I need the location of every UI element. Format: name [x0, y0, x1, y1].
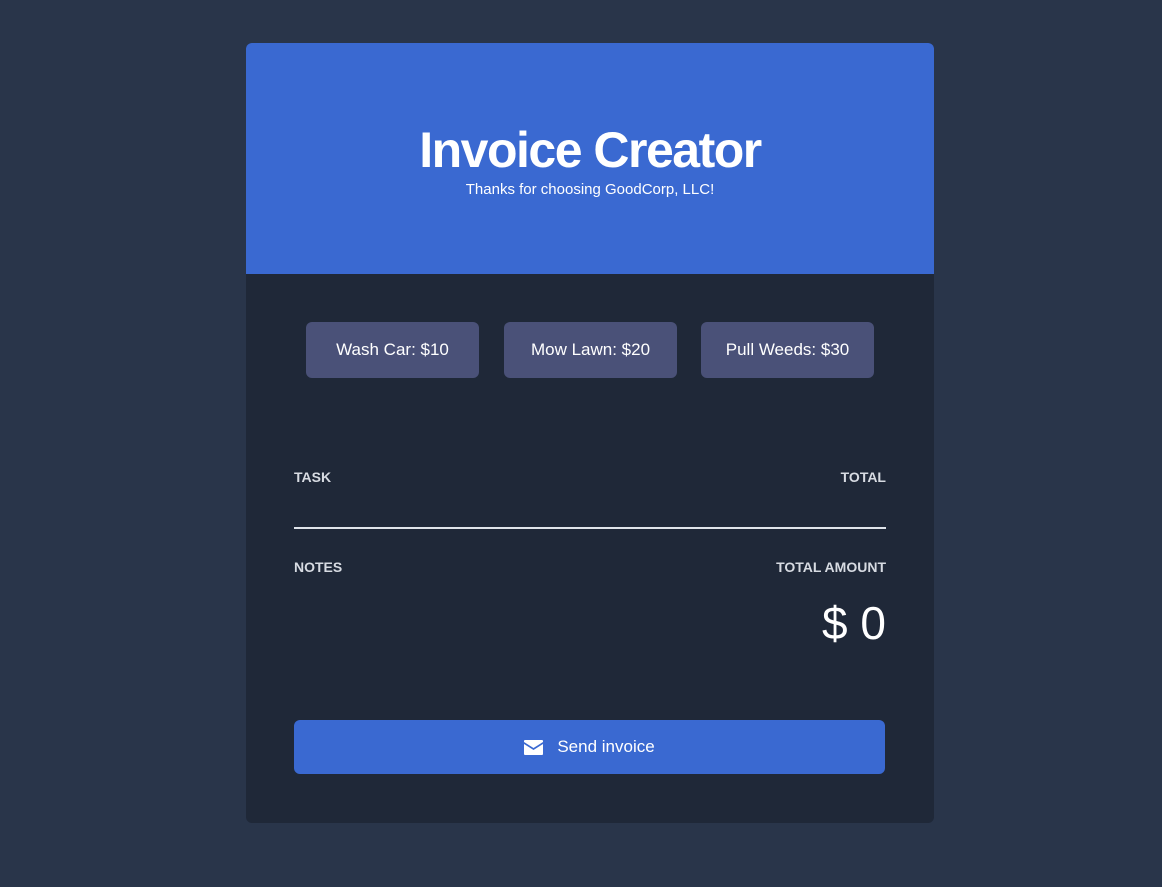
- mow-lawn-button[interactable]: Mow Lawn: $20: [504, 322, 677, 378]
- invoice-card: Invoice Creator Thanks for choosing Good…: [246, 43, 934, 823]
- divider: [294, 527, 886, 529]
- send-invoice-button[interactable]: Send invoice: [294, 720, 885, 774]
- total-amount-label: TOTAL AMOUNT: [776, 559, 886, 575]
- wash-car-button[interactable]: Wash Car: $10: [306, 322, 479, 378]
- envelope-icon: [524, 739, 544, 755]
- total-amount-value: $ 0: [822, 597, 886, 649]
- pull-weeds-button[interactable]: Pull Weeds: $30: [701, 322, 874, 378]
- task-column-header: TASK: [294, 469, 332, 485]
- page-subtitle: Thanks for choosing GoodCorp, LLC!: [465, 181, 715, 198]
- notes-label: NOTES: [294, 559, 343, 575]
- service-buttons: Wash Car: $10 Mow Lawn: $20 Pull Weeds: …: [306, 322, 874, 378]
- send-invoice-label: Send invoice: [557, 737, 655, 756]
- total-column-header: TOTAL: [840, 469, 886, 485]
- invoice-header: Invoice Creator Thanks for choosing Good…: [246, 43, 934, 274]
- page-title: Invoice Creator: [419, 122, 762, 178]
